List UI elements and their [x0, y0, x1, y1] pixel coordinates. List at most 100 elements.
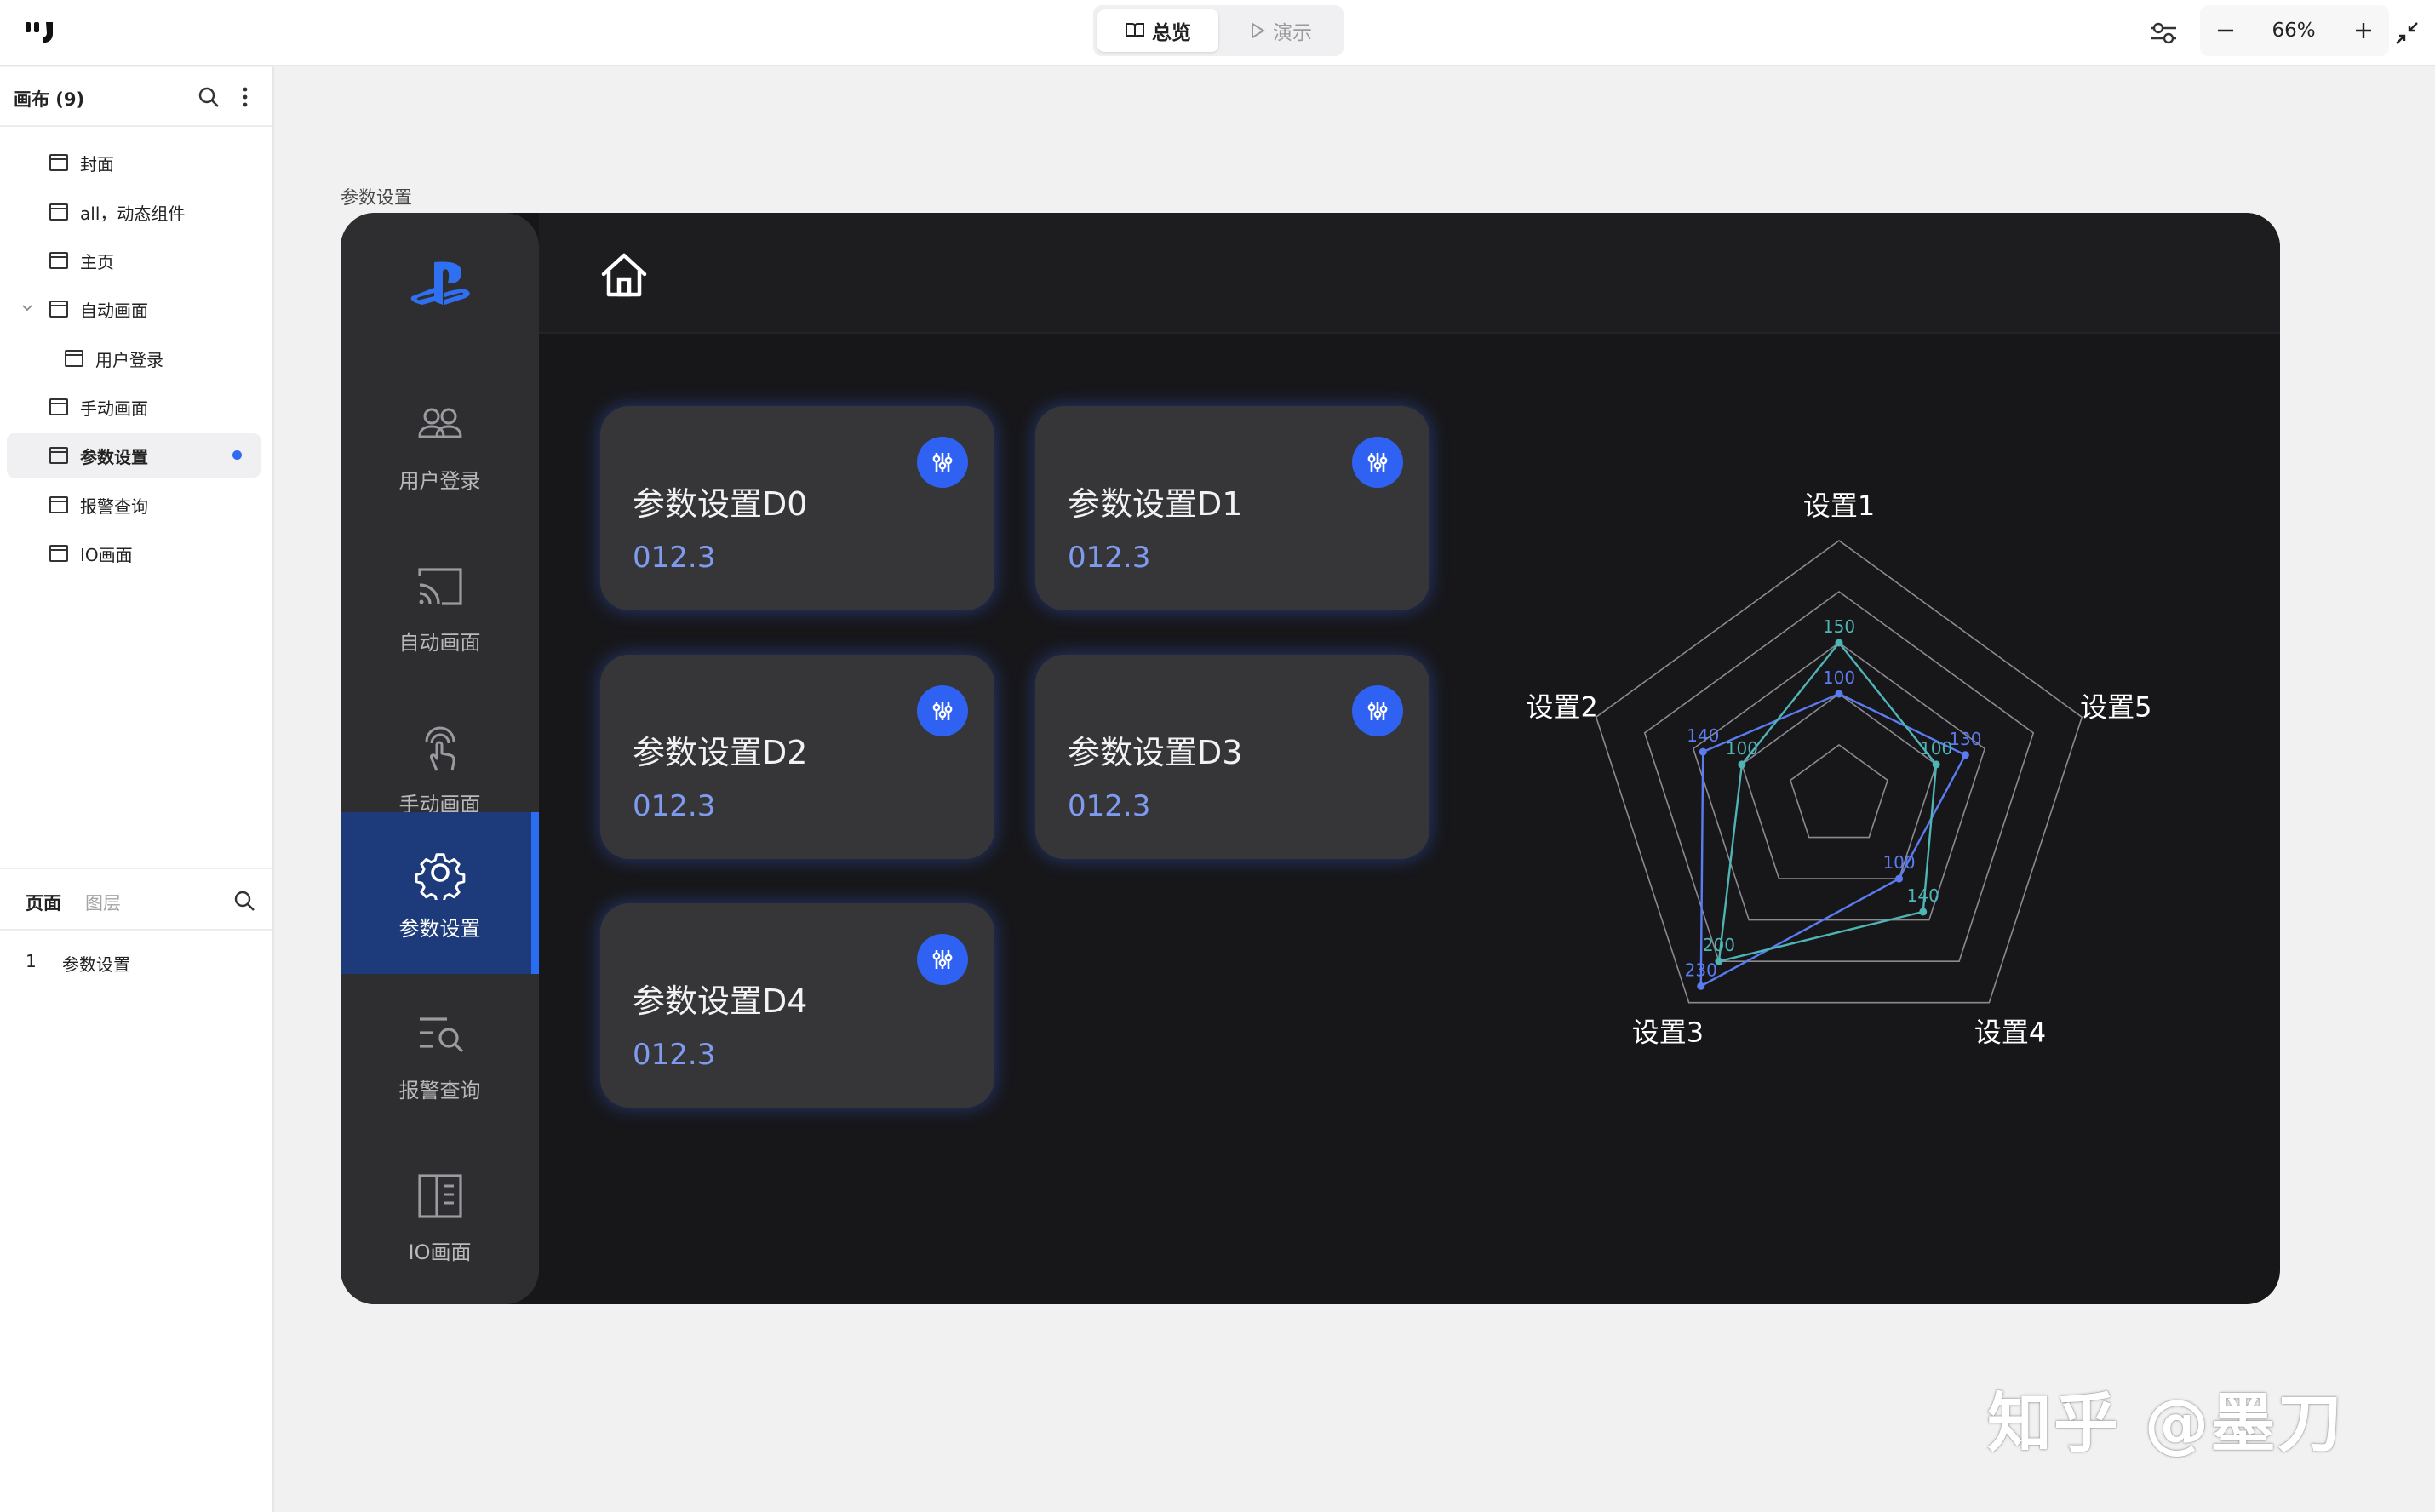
mode-switch: 总览 演示	[1093, 5, 1344, 56]
page-item-alarm[interactable]: 报警查询	[49, 483, 262, 527]
radar-axis-label: 设置4	[1974, 1017, 2046, 1049]
page-item-all-dynamic[interactable]: all，动态组件	[49, 190, 262, 234]
collapse-button[interactable]	[2387, 14, 2426, 53]
tab-layer[interactable]: 图层	[85, 890, 121, 915]
radar-data-label: 140	[1687, 725, 1719, 746]
nav-label: 自动画面	[398, 630, 481, 655]
page-item-io[interactable]: IO画面	[49, 531, 262, 576]
radar-axis-label: 设置5	[2080, 690, 2151, 723]
nav-label: 用户登录	[398, 468, 481, 493]
touch-icon	[425, 726, 455, 771]
page-icon	[49, 301, 68, 318]
page-icon	[49, 496, 68, 513]
card-title: 参数设置D0	[633, 485, 808, 523]
page-item-params[interactable]: 参数设置	[7, 433, 261, 478]
card-title: 参数设置D4	[633, 982, 808, 1020]
radar-point	[1715, 957, 1723, 965]
page-item-home[interactable]: 主页	[49, 238, 262, 283]
nav-label: 参数设置	[398, 916, 481, 941]
sliders-icon	[2151, 22, 2176, 44]
zoom-level[interactable]: 66%	[2251, 12, 2336, 49]
zoom-out-button[interactable]	[2207, 12, 2244, 49]
page-icon	[49, 447, 68, 464]
page-item-cover[interactable]: 封面	[49, 140, 262, 185]
card-value: 012.3	[633, 789, 716, 823]
page-icon	[49, 398, 68, 415]
radar-data-label: 100	[1726, 738, 1758, 759]
radar-ring	[1740, 693, 1938, 879]
card-value: 012.3	[633, 1038, 716, 1072]
sliders-icon	[932, 702, 953, 720]
radar-series-line	[1717, 641, 1938, 963]
adjust-button[interactable]	[917, 934, 968, 985]
zoom-control: 66%	[2200, 5, 2389, 56]
radar-data-label: 200	[1703, 935, 1735, 955]
adjust-button[interactable]	[917, 437, 968, 488]
param-card[interactable]: 参数设置D4 012.3	[600, 903, 994, 1108]
nav-user-login[interactable]: 用户登录	[341, 364, 539, 526]
nav-alarm[interactable]: 报警查询	[341, 974, 539, 1136]
tab-page[interactable]: 页面	[26, 890, 61, 915]
radar-data-label: 150	[1823, 616, 1855, 637]
home-icon[interactable]	[599, 250, 650, 301]
search-icon[interactable]	[196, 84, 221, 110]
card-title: 参数设置D2	[633, 734, 808, 771]
chevron-down-icon[interactable]	[20, 301, 34, 315]
param-card[interactable]: 参数设置D2 012.3	[600, 655, 994, 859]
adjust-button[interactable]	[917, 685, 968, 736]
frame-label[interactable]: 参数设置	[341, 184, 412, 209]
nav-params[interactable]: 参数设置	[341, 812, 539, 974]
current-page-dot	[232, 450, 242, 460]
page-item-label: 封面	[80, 153, 114, 175]
param-card[interactable]: 参数设置D0 012.3	[600, 406, 994, 610]
adjust-button[interactable]	[1352, 685, 1403, 736]
layer-row[interactable]: 1 参数设置	[0, 942, 272, 976]
nav-io[interactable]: IO画面	[341, 1136, 539, 1297]
layer-index: 1	[26, 951, 37, 971]
radar-chart: 设置1设置5设置4设置3设置21001301002301401501001402…	[1527, 490, 2152, 1049]
play-icon	[1252, 22, 1265, 39]
page-item-user-login[interactable]: 用户登录	[65, 336, 262, 381]
sliders-icon	[1367, 453, 1388, 472]
watermark: 知乎 @墨刀	[1987, 1385, 2344, 1461]
design-frame: 用户登录 自动画面 手动画面 参数设置 报警查询 IO画面 参数设置D0 012…	[341, 213, 2280, 1304]
radar-point	[1932, 760, 1940, 769]
present-button[interactable]: 演示	[1223, 9, 1338, 52]
radar-data-label: 100	[1882, 852, 1915, 873]
collapse-icon	[2396, 22, 2418, 44]
radar-point	[1961, 751, 1969, 759]
card-value: 012.3	[1068, 541, 1151, 575]
radar-ring	[1789, 744, 1889, 839]
adjust-button[interactable]	[1352, 437, 1403, 488]
top-toolbar: 总览 演示 66%	[0, 0, 2435, 66]
radar-point	[1738, 760, 1746, 769]
sliders-icon	[932, 453, 953, 472]
more-vertical-icon[interactable]	[235, 84, 255, 110]
list-search-icon	[419, 1017, 463, 1052]
canvas-list-title: 画布 (9)	[14, 89, 85, 110]
param-card[interactable]: 参数设置D3 012.3	[1035, 655, 1429, 859]
radar-axis-label: 设置1	[1803, 490, 1875, 522]
settings-sliders-button[interactable]	[2144, 14, 2183, 53]
page-item-auto[interactable]: 自动画面	[49, 287, 262, 331]
param-card[interactable]: 参数设置D1 012.3	[1035, 406, 1429, 610]
radar-point	[1835, 639, 1843, 647]
page-item-label: IO画面	[80, 544, 133, 565]
nav-auto[interactable]: 自动画面	[341, 526, 539, 688]
overview-button[interactable]: 总览	[1097, 9, 1218, 52]
page-item-label: 报警查询	[80, 495, 148, 517]
search-icon[interactable]	[232, 888, 257, 914]
frame-header	[539, 213, 2280, 334]
card-value: 012.3	[1068, 789, 1151, 823]
app-logo-icon[interactable]	[24, 17, 58, 48]
gear-icon	[415, 852, 465, 900]
page-item-label: 用户登录	[95, 349, 163, 370]
zoom-in-button[interactable]	[2345, 12, 2382, 49]
layer-name: 参数设置	[62, 954, 130, 975]
users-icon	[418, 408, 461, 438]
radar-data-label: 100	[1823, 667, 1855, 688]
playstation-logo-icon	[410, 261, 470, 305]
page-icon	[65, 350, 83, 367]
page-item-manual[interactable]: 手动画面	[49, 385, 262, 429]
page-icon	[49, 545, 68, 562]
